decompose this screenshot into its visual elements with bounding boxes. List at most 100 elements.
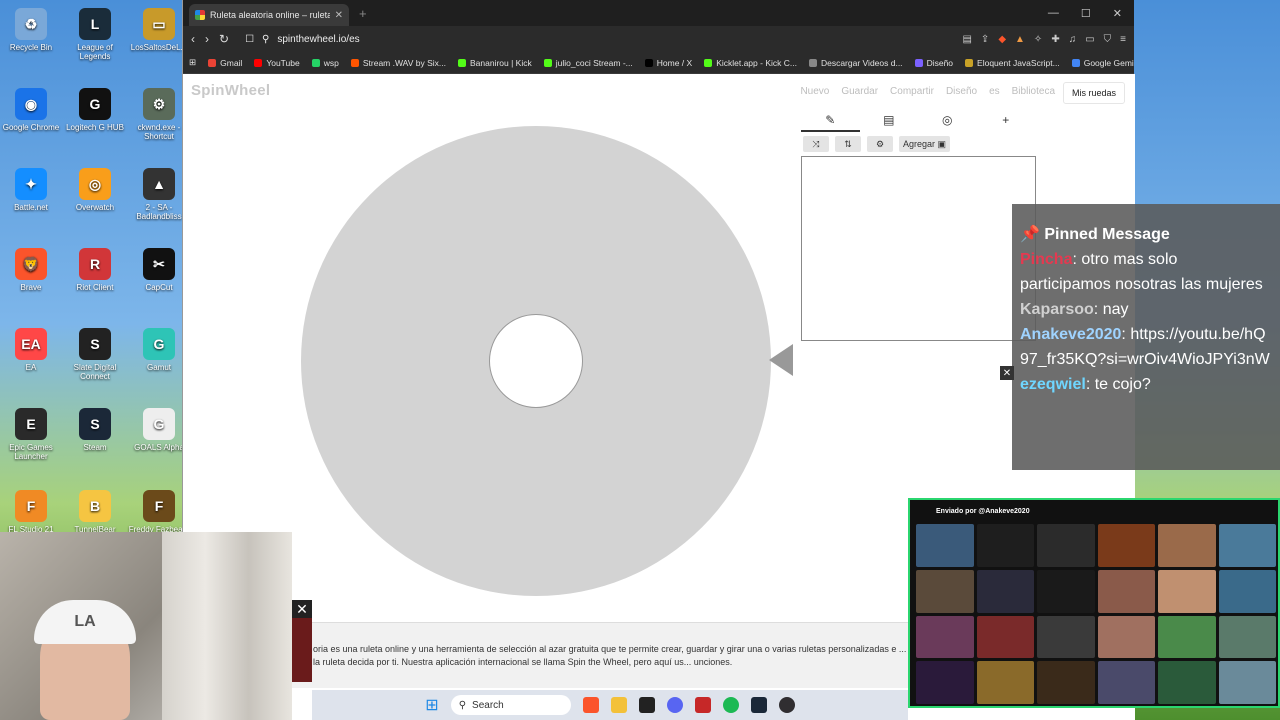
menu-icon[interactable]: ≡ [1120, 34, 1126, 45]
bookmark-item[interactable]: Gmail [208, 58, 242, 68]
bookmark-item[interactable]: Bananirou | Kick [458, 58, 532, 68]
back-icon[interactable]: ‹ [191, 32, 195, 46]
tab-close-icon[interactable]: ✕ [335, 10, 343, 21]
vpn-icon[interactable]: ⛉ [1104, 34, 1112, 45]
add-entry-button[interactable]: Agregar ▣ [899, 136, 951, 152]
desktop-icon-label: LosSaltosDeL... [130, 43, 188, 52]
active-tab[interactable]: Ruleta aleatoria online – ruleta d... ✕ [189, 4, 349, 26]
menu-new[interactable]: Nuevo [800, 86, 829, 97]
desktop-icon-label: Logitech G HUB [66, 123, 124, 132]
desktop-icon[interactable]: ♻ Recycle Bin [0, 8, 62, 52]
video-thumbnail [976, 569, 1034, 613]
minimize-button[interactable]: — [1048, 7, 1059, 20]
terminal-icon[interactable] [638, 697, 655, 713]
bookmark-item[interactable]: YouTube [254, 58, 300, 68]
video-thumbnail [1097, 569, 1155, 613]
bookmark-favicon-icon [350, 58, 359, 67]
bookmark-label: Google Gemini [1083, 57, 1134, 68]
file-explorer-icon[interactable] [610, 697, 627, 713]
bookmark-item[interactable]: Descargar Videos d... [808, 58, 903, 68]
bookmark-item[interactable]: Home / X [644, 58, 692, 68]
bookmark-item[interactable]: Diseño [914, 58, 953, 68]
video-app-icon[interactable] [694, 697, 711, 713]
rewards-icon[interactable]: ▲ [1015, 34, 1025, 45]
bookmark-icon[interactable]: ☐ [245, 34, 254, 45]
obs-icon[interactable] [778, 697, 795, 713]
chat-close-button[interactable]: ✕ [1000, 366, 1014, 380]
bookmark-item[interactable]: Eloquent JavaScript... [965, 58, 1060, 68]
extension-icon[interactable]: ✧ [1034, 34, 1042, 45]
tab-edit[interactable]: ✎ [801, 110, 860, 132]
video-thumbnail [1218, 661, 1276, 704]
reload-icon[interactable]: ↻ [219, 32, 229, 46]
desktop-icon[interactable]: ◉ Google Chrome [0, 88, 62, 132]
wheel-hub[interactable] [489, 314, 583, 408]
menu-language[interactable]: es [989, 86, 1000, 97]
url-text[interactable]: spinthewheel.io/es [277, 34, 359, 45]
menu-design[interactable]: Diseño [946, 86, 977, 97]
desktop-icon[interactable]: ▲ 2 - SA - Badlandbliss [128, 168, 190, 221]
brave-taskbar-icon[interactable] [582, 697, 599, 713]
wallet-icon[interactable]: ▭ [1085, 34, 1094, 45]
desktop-icon[interactable]: G Logitech G HUB [64, 88, 126, 132]
share-icon[interactable]: ⇪ [981, 34, 989, 45]
settings-button[interactable]: ⚙ [867, 136, 893, 152]
entries-textarea[interactable] [801, 156, 1036, 341]
new-tab-button[interactable]: + [359, 6, 367, 21]
desktop-icon[interactable]: ◎ Overwatch [64, 168, 126, 212]
forward-icon[interactable]: › [205, 32, 209, 46]
desktop-icon[interactable]: R Riot Client [64, 248, 126, 292]
desktop-icon[interactable]: S Steam [64, 408, 126, 452]
apps-grid-icon[interactable]: ⊞ [189, 57, 196, 68]
spotify-icon[interactable] [722, 697, 739, 713]
bookmark-item[interactable]: julio_coci Stream -... [543, 58, 633, 68]
desktop-icon[interactable]: B TunnelBear [64, 490, 126, 534]
desktop-icon[interactable]: ✂ CapCut [128, 248, 190, 292]
menu-share[interactable]: Compartir [890, 86, 934, 97]
windows-start-icon[interactable]: ⊞ [425, 695, 438, 715]
reader-icon[interactable]: ▤ [962, 34, 971, 45]
steam-icon[interactable] [750, 697, 767, 713]
tab-add-wheel[interactable]: + [977, 110, 1036, 132]
bookmark-item[interactable]: Kicklet.app - Kick C... [704, 58, 797, 68]
desktop-icon[interactable]: S Slate Digital Connect [64, 328, 126, 381]
site-logo[interactable]: SpinWheel [191, 82, 270, 99]
site-info-icon[interactable]: ⚲ [262, 34, 269, 45]
taskbar-search[interactable]: ⚲ Search [450, 695, 571, 715]
tab-hide[interactable]: ◎ [918, 110, 977, 132]
desktop-icon[interactable]: G Gamut [128, 328, 190, 372]
desktop-icon[interactable]: ✦ Battle.net [0, 168, 62, 212]
desktop-icon[interactable]: L League of Legends [64, 8, 126, 61]
chat-text: : te cojo? [1085, 376, 1151, 393]
tab-results[interactable]: ▤ [860, 110, 919, 132]
library-icon[interactable]: ♫ [1069, 34, 1077, 45]
desktop-icon[interactable]: E Epic Games Launcher [0, 408, 62, 461]
webcam-close-button[interactable]: ✕ [292, 600, 312, 618]
maximize-button[interactable]: ☐ [1081, 7, 1091, 20]
my-wheels-button[interactable]: Mis ruedas [1062, 82, 1125, 104]
puzzle-icon[interactable]: ✚ [1051, 34, 1059, 45]
menu-save[interactable]: Guardar [841, 86, 878, 97]
bookmark-item[interactable]: Stream .WAV by Six... [350, 57, 446, 68]
desktop-icon[interactable]: 🦁 Brave [0, 248, 62, 292]
bookmark-label: Stream .WAV by Six... [362, 57, 446, 68]
desktop-icon[interactable]: G GOALS Alpha [128, 408, 190, 452]
desktop-icon[interactable]: F Freddy Fazbea... [128, 490, 190, 534]
desktop-icon-label: Steam [83, 443, 107, 452]
desktop-icon[interactable]: ▭ LosSaltosDeL... [128, 8, 190, 52]
address-bar[interactable]: ☐ ⚲ spinthewheel.io/es [239, 30, 720, 48]
desktop-icon-label: Overwatch [75, 203, 115, 212]
panel-tabs: ✎ ▤ ◎ + [801, 110, 1035, 132]
bookmark-item[interactable]: Google Gemini [1071, 57, 1134, 68]
bookmark-item[interactable]: wsp [311, 58, 339, 68]
sort-button[interactable]: ⇅ [835, 136, 861, 152]
spin-wheel[interactable] [301, 126, 771, 596]
desktop-icon[interactable]: EA EA [0, 328, 62, 372]
desktop-icon[interactable]: ⚙ ckwnd.exe - Shortcut [128, 88, 190, 141]
brave-shield-icon[interactable]: ◆ [998, 34, 1006, 45]
shuffle-button[interactable]: ⤨ [803, 136, 829, 152]
desktop-icon[interactable]: F FL Studio 21 [0, 490, 62, 534]
discord-icon[interactable] [666, 697, 683, 713]
close-window-button[interactable]: ✕ [1113, 7, 1122, 20]
menu-library[interactable]: Biblioteca [1012, 86, 1055, 97]
